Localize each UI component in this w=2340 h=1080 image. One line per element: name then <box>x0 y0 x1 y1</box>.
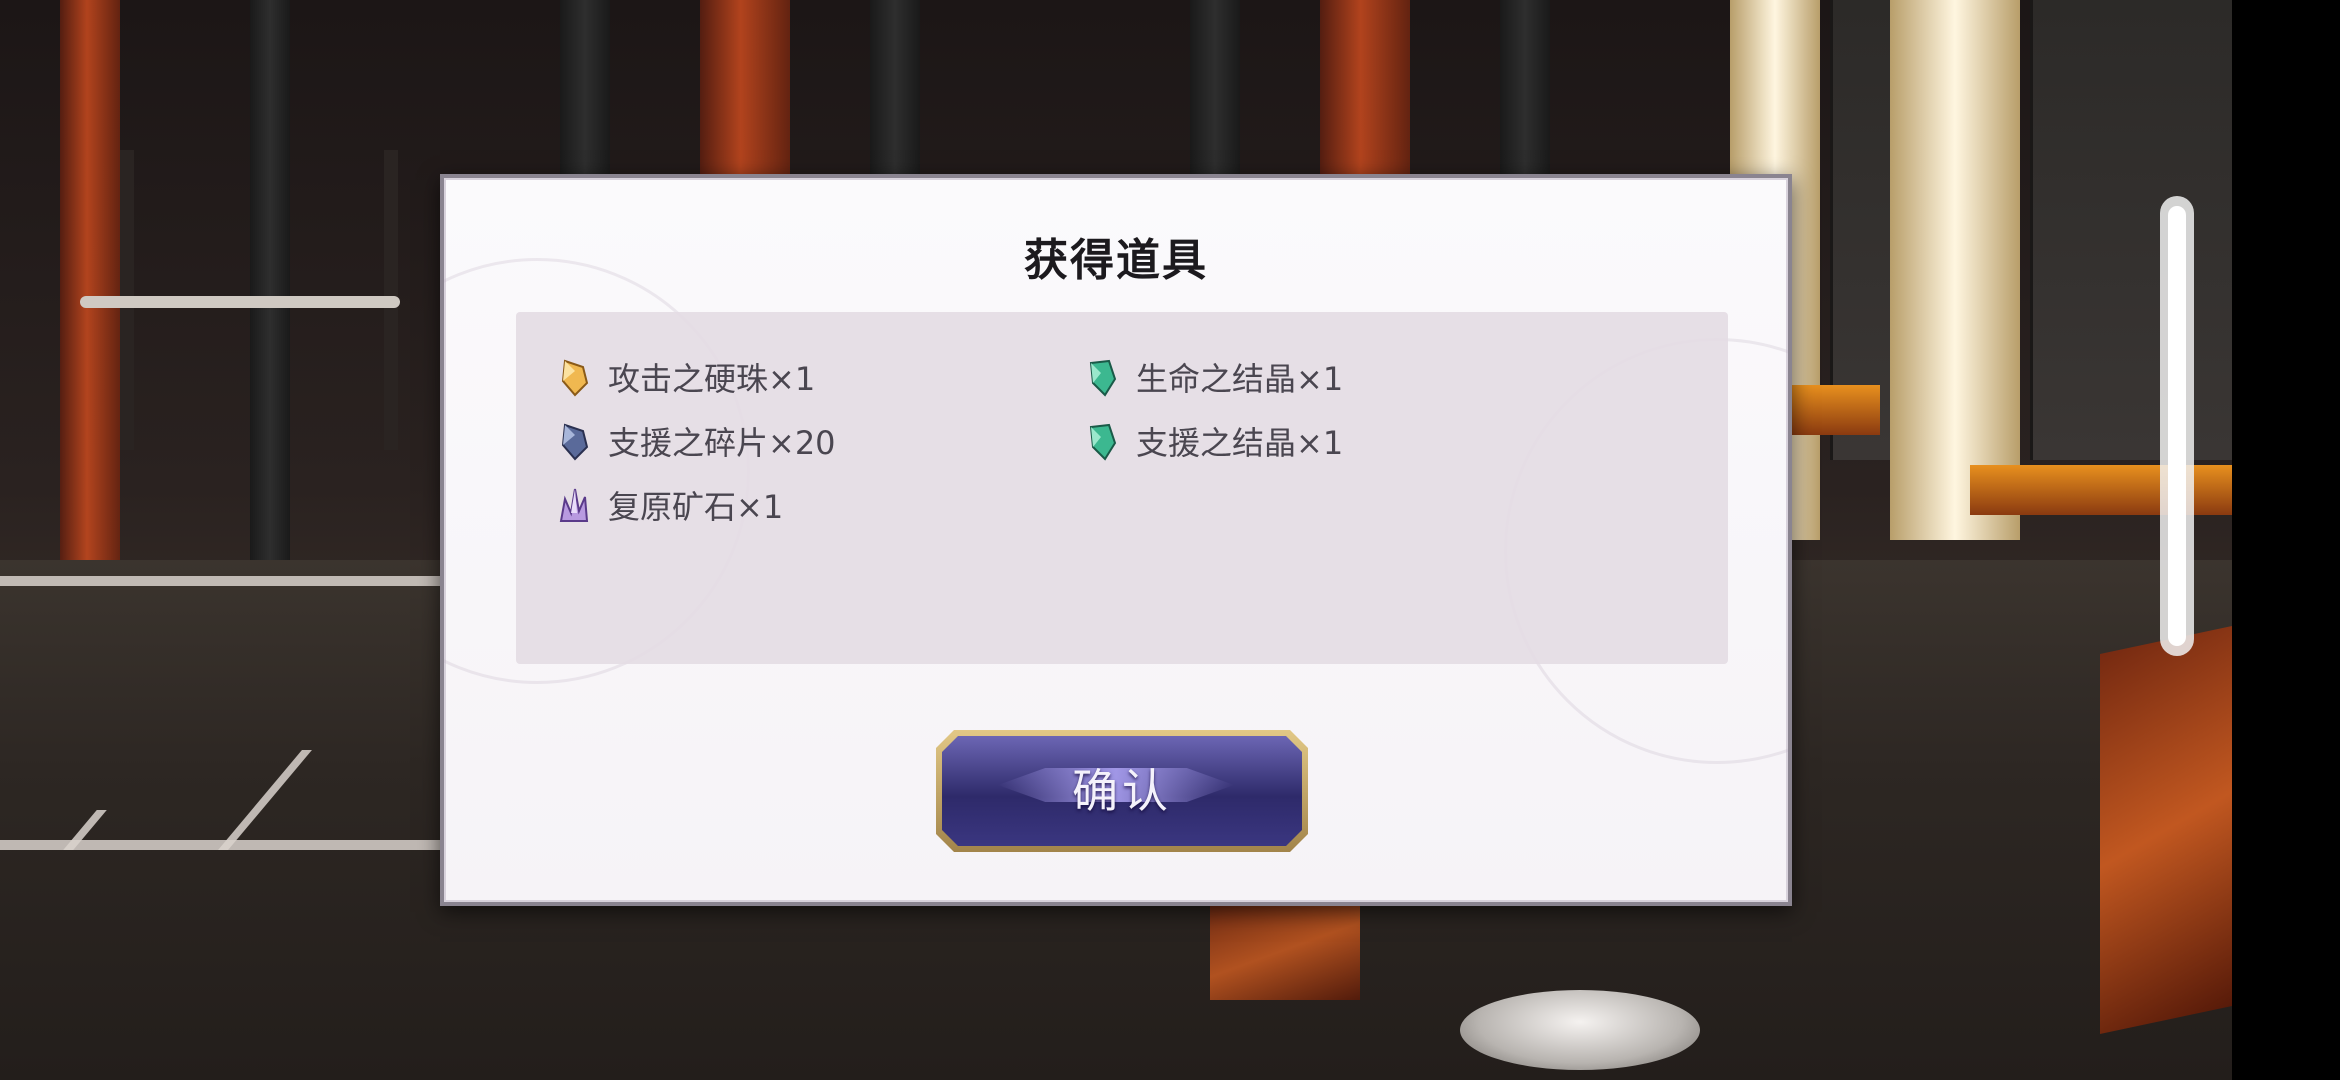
items-panel: 攻击之硬珠×1 生命之结晶×1 支援之碎片×20 支援之结晶×1 复原矿石×1 <box>516 312 1728 664</box>
amber-gem-icon <box>556 357 592 397</box>
green-crystal-icon <box>1084 357 1120 397</box>
purple-ore-icon <box>556 485 592 525</box>
item-label: 攻击之硬珠×1 <box>608 360 816 398</box>
confirm-button-label: 确认 <box>1072 764 1172 818</box>
item-label: 支援之结晶×1 <box>1136 424 1344 462</box>
confirm-button[interactable]: 确认 <box>936 730 1308 852</box>
dialog-title: 获得道具 <box>1024 235 1208 286</box>
list-item: 生命之结晶×1 <box>1084 352 1343 402</box>
item-label: 生命之结晶×1 <box>1136 360 1344 398</box>
green-crystal-icon <box>1084 421 1120 461</box>
list-item: 攻击之硬珠×1 <box>556 352 815 402</box>
list-item: 支援之结晶×1 <box>1084 416 1343 466</box>
item-label: 支援之碎片×20 <box>608 424 836 462</box>
item-label: 复原矿石×1 <box>608 488 784 526</box>
blue-gem-icon <box>556 421 592 461</box>
list-item: 支援之碎片×20 <box>556 416 836 466</box>
list-item: 复原矿石×1 <box>556 480 783 530</box>
item-reward-dialog: 获得道具 攻击之硬珠×1 生命之结晶×1 支援之碎片×20 支援之结晶×1 复原… <box>440 174 1792 906</box>
